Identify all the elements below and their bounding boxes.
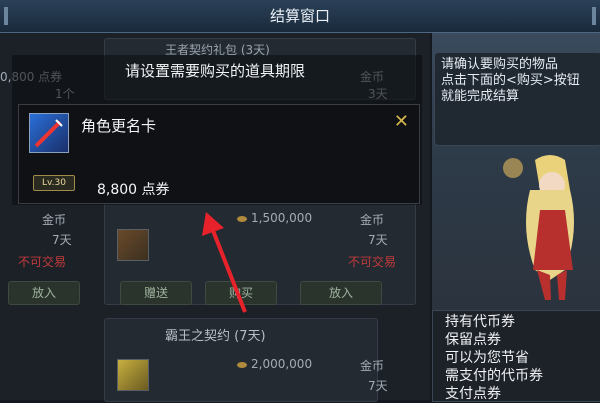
shop-item-price: 2,000,000 [237, 357, 312, 371]
item-name: 角色更名卡 [81, 117, 157, 135]
status-untradable: 不可交易 [348, 255, 397, 269]
add-to-cart-button-left[interactable]: 放入 [8, 281, 80, 305]
shop-item-days: 7天 [368, 379, 388, 393]
close-icon[interactable]: ✕ [394, 111, 409, 132]
add-to-cart-button[interactable]: 放入 [300, 281, 382, 305]
currency-info-panel: 持有代币券 保留点券 可以为您节省 需支付的代币券 支付点券 [432, 310, 600, 402]
character-figure [503, 155, 574, 300]
level-badge: Lv.30 [33, 175, 75, 191]
selected-item-box: Lv.30 角色更名卡 8,800 点券 ✕ [18, 104, 420, 204]
item-price: 8,800 点券 [97, 182, 170, 198]
shop-item-price: 1,500,000 [237, 211, 312, 225]
price-value: 2,000,000 [251, 357, 313, 371]
left-gold-label: 金币 [42, 213, 67, 227]
left-days: 7天 [52, 233, 72, 247]
shop-item-name: 霸王之契约 (7天) [165, 329, 266, 344]
left-status-untradable: 不可交易 [18, 255, 67, 269]
gift-button[interactable]: 赠送 [120, 281, 192, 305]
item-icon [117, 359, 149, 391]
purchase-info-panel: 请确认要购买的物品 点击下面的<购买>按钮 就能完成结算 [434, 52, 600, 146]
buy-button[interactable]: 购买 [205, 281, 277, 305]
item-icon [117, 229, 149, 261]
gold-coin-icon [237, 361, 247, 368]
price-value: 1,500,000 [251, 211, 313, 225]
gold-coin-icon [237, 215, 247, 222]
shop-item-days: 7天 [368, 233, 388, 247]
gold-label: 金币 [360, 213, 385, 227]
window-title: 结算窗口 [0, 0, 600, 33]
purchase-info-text: 请确认要购买的物品 点击下面的<购买>按钮 就能完成结算 [441, 57, 580, 104]
currency-info-text: 持有代币券 保留点券 可以为您节省 需支付的代币券 支付点券 [445, 314, 543, 402]
gold-label: 金币 [360, 359, 385, 373]
rename-card-icon [29, 113, 69, 153]
dialog-prompt: 请设置需要购买的道具期限 [124, 62, 305, 80]
